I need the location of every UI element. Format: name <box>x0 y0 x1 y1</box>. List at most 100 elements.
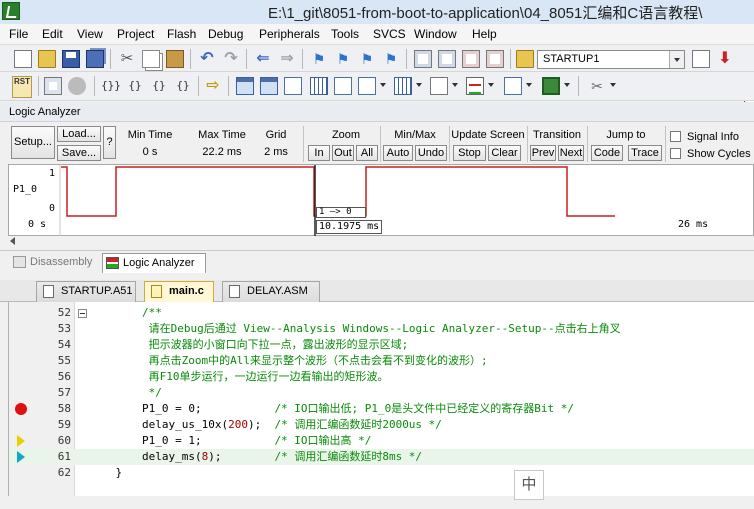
code-line[interactable]: 53 请在Debug后通过 View--Analysis Windows--Lo… <box>9 321 754 337</box>
jump-trace-button[interactable]: Trace <box>628 145 662 161</box>
ime-indicator[interactable]: 中 <box>514 470 544 500</box>
paste-icon[interactable] <box>166 50 184 68</box>
code-line[interactable]: 61 delay_ms(8); /* 调用汇编函数延时8ms */ <box>9 449 754 465</box>
tab-logic-analyzer[interactable]: Logic Analyzer <box>102 253 206 273</box>
code-line[interactable]: 57 */ <box>9 385 754 401</box>
reset-cpu-icon[interactable]: RST <box>12 76 32 98</box>
menu-project[interactable]: Project <box>117 27 154 41</box>
waveform-scrollbar[interactable] <box>8 236 754 246</box>
tab-disassembly[interactable]: Disassembly <box>10 253 100 273</box>
chevron-down-icon[interactable] <box>564 83 570 87</box>
setup-button[interactable]: Setup... <box>11 126 55 159</box>
run-to-cursor-icon[interactable]: {} <box>172 77 194 95</box>
next-bookmark-icon[interactable]: ⚑ <box>358 50 376 68</box>
redo-icon[interactable]: ↷ <box>222 50 240 68</box>
step-into-icon[interactable]: {}} <box>100 77 122 95</box>
code-line[interactable]: 54 把示波器的小窗口向下拉一点，露出波形的显示区域; <box>9 337 754 353</box>
system-viewer-icon[interactable] <box>542 77 560 95</box>
next-transition-button[interactable]: Next <box>558 145 584 161</box>
code-line[interactable]: 55 再点击Zoom中的All来显示整个波形（不点击会看不到变化的波形）; <box>9 353 754 369</box>
find-in-files-icon[interactable] <box>516 50 534 68</box>
find-icon[interactable] <box>692 50 710 68</box>
navigate-forward-icon[interactable]: ⇒ <box>278 50 296 68</box>
menu-tools[interactable]: Tools <box>331 27 359 41</box>
undo-icon[interactable]: ↶ <box>198 50 216 68</box>
disassembly-window-icon[interactable] <box>260 77 278 95</box>
target-select[interactable]: STARTUP1 <box>537 50 685 69</box>
stop-icon[interactable] <box>68 77 86 95</box>
menu-edit[interactable]: Edit <box>42 27 63 41</box>
menu-debug[interactable]: Debug <box>208 27 243 41</box>
step-out-icon[interactable]: {} <box>148 77 170 95</box>
save-button[interactable]: Save... <box>57 145 101 161</box>
navigate-back-icon[interactable]: ⇐ <box>254 50 272 68</box>
save-all-icon[interactable] <box>86 50 104 68</box>
bookmark-icon[interactable]: ⚑ <box>310 50 328 68</box>
zoom-all-button[interactable]: All <box>356 145 378 161</box>
fold-toggle-icon[interactable] <box>78 309 87 318</box>
load-button[interactable]: Load... <box>57 126 101 142</box>
menu-window[interactable]: Window <box>414 27 457 41</box>
keil-app-icon[interactable] <box>2 2 20 20</box>
toolbox-icon[interactable]: ✂ <box>588 77 606 95</box>
signal-info-checkbox[interactable] <box>670 131 681 142</box>
uncomment-icon[interactable] <box>486 50 504 68</box>
registers-window-icon[interactable] <box>310 77 328 95</box>
menu-flash[interactable]: Flash <box>167 27 196 41</box>
code-line[interactable]: 59 delay_us_10x(200); /* 调用汇编函数延时2000us … <box>9 417 754 433</box>
clear-bookmarks-icon[interactable]: ⚑ <box>382 50 400 68</box>
copy-icon[interactable] <box>142 50 160 68</box>
tab-delay-asm[interactable]: DELAY.ASM <box>222 281 320 302</box>
save-icon[interactable] <box>62 50 80 68</box>
chevron-down-icon[interactable] <box>526 83 532 87</box>
chevron-down-icon[interactable] <box>669 51 684 68</box>
chevron-down-icon[interactable] <box>610 83 616 87</box>
auto-button[interactable]: Auto <box>383 145 413 161</box>
code-line[interactable]: 56 再F10单步运行，一边运行一边看输出的矩形波。 <box>9 369 754 385</box>
zoom-out-button[interactable]: Out <box>332 145 354 161</box>
step-over-icon[interactable]: {} <box>124 77 146 95</box>
incremental-find-icon[interactable]: ⬇ <box>716 50 734 68</box>
open-folder-icon[interactable] <box>38 50 56 68</box>
trace-window-icon[interactable] <box>504 77 522 95</box>
menu-file[interactable]: File <box>9 27 28 41</box>
zoom-in-button[interactable]: In <box>308 145 330 161</box>
indent-icon[interactable] <box>414 50 432 68</box>
undo-button[interactable]: Undo <box>415 145 447 161</box>
symbols-window-icon[interactable] <box>284 77 302 95</box>
tab-main-c[interactable]: main.c <box>144 281 214 302</box>
run-icon[interactable] <box>44 77 62 95</box>
menu-view[interactable]: View <box>77 27 103 41</box>
code-line[interactable]: 52 /** <box>9 305 754 321</box>
show-next-statement-icon[interactable]: ⇨ <box>204 77 222 95</box>
prev-bookmark-icon[interactable]: ⚑ <box>334 50 352 68</box>
cut-icon[interactable]: ✂ <box>118 50 136 68</box>
comment-icon[interactable] <box>462 50 480 68</box>
new-file-icon[interactable] <box>14 50 32 68</box>
show-cycles-checkbox[interactable] <box>670 148 681 159</box>
jump-code-button[interactable]: Code <box>591 145 623 161</box>
code-line[interactable]: 60 P1_0 = 1; /* IO口输出高 */ <box>9 433 754 449</box>
chevron-down-icon[interactable] <box>452 83 458 87</box>
analysis-window-icon[interactable] <box>466 77 484 95</box>
menu-peripherals[interactable]: Peripherals <box>259 27 320 41</box>
clear-button[interactable]: Clear <box>488 145 521 161</box>
code-line[interactable]: 62 } <box>9 465 754 481</box>
command-window-icon[interactable] <box>236 77 254 95</box>
code-line[interactable]: 58 P1_0 = 0; /* IO口输出低; P1_0是头文件中已经定义的寄存… <box>9 401 754 417</box>
stop-button[interactable]: Stop <box>453 145 486 161</box>
chevron-down-icon[interactable] <box>416 83 422 87</box>
tab-startup-a51[interactable]: STARTUP.A51 <box>36 281 136 302</box>
chevron-down-icon[interactable] <box>380 83 386 87</box>
breakpoint-icon[interactable] <box>15 403 27 415</box>
memory-window-icon[interactable] <box>394 77 412 95</box>
watch-window-icon[interactable] <box>358 77 376 95</box>
menu-svcs[interactable]: SVCS <box>373 27 406 41</box>
prev-transition-button[interactable]: Prev <box>530 145 556 161</box>
help-button[interactable]: ? <box>103 126 116 159</box>
scroll-left-icon[interactable] <box>10 237 15 245</box>
chevron-down-icon[interactable] <box>488 83 494 87</box>
code-editor[interactable]: 52 /** 53 请在Debug后通过 View--Analysis Windo… <box>8 302 754 496</box>
unindent-icon[interactable] <box>438 50 456 68</box>
menu-help[interactable]: Help <box>472 27 497 41</box>
